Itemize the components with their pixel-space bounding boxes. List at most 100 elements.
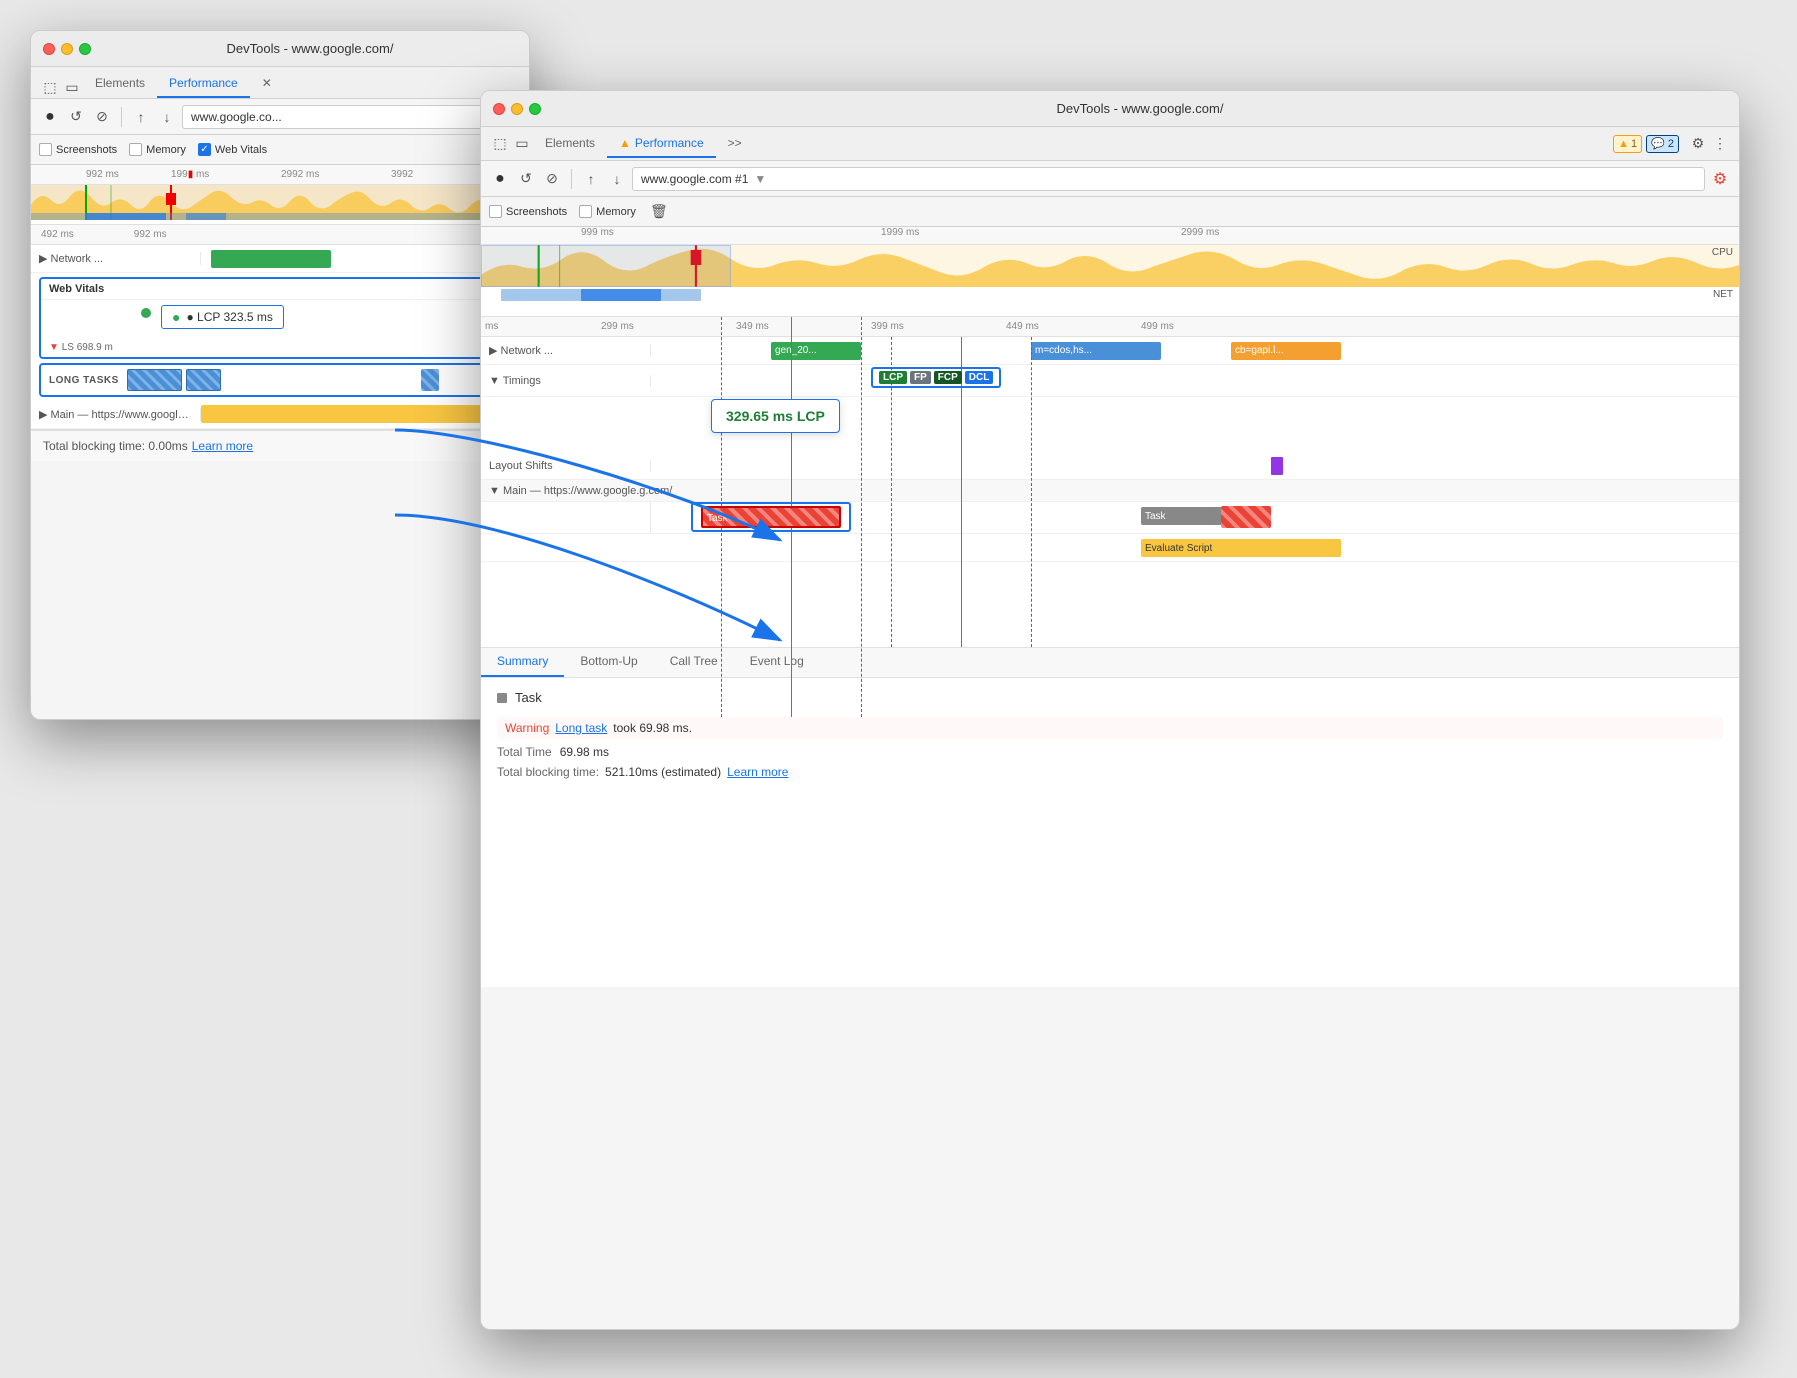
front-minimize-button[interactable] [511, 103, 523, 115]
front-network-block-2: m=cdos,hs... [1031, 342, 1161, 360]
front-inspector-icon[interactable]: ⬚ [489, 133, 511, 155]
front-bottom-tabs: Summary Bottom-Up Call Tree Event Log [481, 648, 1739, 678]
front-upload-button[interactable]: ↑ [580, 168, 602, 190]
back-minimize-button[interactable] [61, 43, 73, 55]
front-reload-button[interactable]: ↺ [515, 168, 537, 190]
front-settings-icon[interactable]: ⚙ [1687, 133, 1709, 155]
front-warning-badge[interactable]: ▲ 1 [1613, 135, 1642, 153]
back-device-icon[interactable]: ▭ [61, 76, 83, 98]
front-tab-bottom-up[interactable]: Bottom-Up [564, 648, 653, 677]
front-memory-label: Memory [596, 206, 636, 218]
front-tab-elements[interactable]: Elements [533, 130, 607, 158]
front-toolbar-sep1 [571, 169, 572, 189]
front-overview-selection [481, 245, 731, 287]
back-long-task-2 [186, 369, 221, 391]
front-device-icon[interactable]: ▭ [511, 133, 533, 155]
front-tab-event-log[interactable]: Event Log [734, 648, 820, 677]
back-lcp-pill: ● ● LCP 323.5 ms [161, 305, 284, 329]
back-memory-option[interactable]: Memory [129, 143, 186, 156]
front-long-task-link[interactable]: Long task [555, 721, 607, 735]
front-memory-checkbox[interactable] [579, 205, 592, 218]
front-lcp-tooltip: 329.65 ms LCP [711, 399, 840, 433]
front-evaluate-block: Evaluate Script [1141, 539, 1341, 557]
back-inspector-icon[interactable]: ⬚ [39, 76, 61, 98]
back-traffic-lights [43, 43, 91, 55]
back-screenshots-label: Screenshots [56, 144, 117, 156]
back-download-button[interactable]: ↓ [156, 106, 178, 128]
front-layout-shift-1 [1271, 457, 1283, 475]
back-window-title: DevTools - www.google.com/ [103, 41, 517, 56]
front-warning-text: took 69.98 ms. [613, 721, 692, 735]
front-memory-option[interactable]: Memory [579, 205, 636, 218]
front-title-bar: DevTools - www.google.com/ [481, 91, 1739, 127]
front-record-button[interactable]: ● [489, 168, 511, 190]
front-url-bar: www.google.com #1 ▼ [632, 167, 1705, 191]
front-timings-section: ▼ Timings LCP FP FCP DCL 329.65 ms LCP [481, 365, 1739, 397]
back-screenshots-option[interactable]: Screenshots [39, 143, 117, 156]
back-screenshots-checkbox[interactable] [39, 143, 52, 156]
front-fp-marker: FP [910, 371, 931, 384]
back-maximize-button[interactable] [79, 43, 91, 55]
back-long-task-1 [127, 369, 182, 391]
front-sub-mark-449: 449 ms [1006, 321, 1039, 332]
back-learn-more-link[interactable]: Learn more [192, 439, 253, 453]
front-task-highlight-box [691, 502, 851, 532]
front-fcp-marker: FCP [934, 371, 962, 384]
back-record-button[interactable]: ● [39, 106, 61, 128]
front-maximize-button[interactable] [529, 103, 541, 115]
back-toolbar: ● ↺ ⊘ ↑ ↓ www.google.co... [31, 99, 529, 135]
front-network-block-3: cb=gapi.l... [1231, 342, 1341, 360]
front-more-icon[interactable]: ⋮ [1709, 133, 1731, 155]
front-dashed-line-2 [861, 317, 862, 717]
back-web-vitals-content: ● ● LCP 323.5 ms [41, 300, 519, 340]
back-footer: Total blocking time: 0.00ms Learn more [31, 430, 529, 461]
back-title-bar: DevTools - www.google.com/ [31, 31, 529, 67]
front-close-button[interactable] [493, 103, 505, 115]
front-screenshots-checkbox[interactable] [489, 205, 502, 218]
back-memory-label: Memory [146, 144, 186, 156]
back-sub-mark2: 992 ms [134, 229, 167, 240]
front-comment-badge[interactable]: 💬 2 [1646, 135, 1679, 153]
back-webvitals-checkbox[interactable]: ✓ [198, 143, 211, 156]
front-clear-button[interactable]: ⊘ [541, 168, 563, 190]
front-net-label: NET [1713, 289, 1733, 300]
front-task-2-striped [1221, 506, 1271, 528]
front-network-label: ▶ Network ... [481, 344, 651, 357]
front-blocking-row: Total blocking time: 521.10ms (estimated… [497, 765, 1723, 779]
front-main-label-row: ▼ Main — https://www.google.g.com/ [481, 480, 1739, 502]
front-timings-label: ▼ Timings [481, 375, 651, 387]
front-sub-mark-ms: ms [485, 321, 498, 332]
front-total-time-row: Total Time 69.98 ms [497, 745, 1723, 759]
front-tracks-area: ▶ Network ... gen_20... m=cdos,hs... cb=… [481, 337, 1739, 647]
front-network-block-1: gen_20... [771, 342, 861, 360]
front-tab-summary[interactable]: Summary [481, 648, 564, 677]
front-task-icon [497, 693, 507, 703]
front-clear-recordings-icon[interactable]: 🗑 [648, 201, 670, 223]
back-close-button[interactable] [43, 43, 55, 55]
back-ruler-mark4: 3992 [391, 169, 413, 180]
front-tab-more[interactable]: >> [716, 130, 754, 158]
front-screenshots-option[interactable]: Screenshots [489, 205, 567, 218]
front-tab-performance[interactable]: ▲ Performance [607, 130, 716, 158]
front-learn-more-link[interactable]: Learn more [727, 765, 788, 779]
back-reload-button[interactable]: ↺ [65, 106, 87, 128]
front-devtools-window: DevTools - www.google.com/ ⬚ ▭ Elements … [480, 90, 1740, 1330]
back-ruler-mark2: 199▮ ms [171, 169, 209, 180]
front-tab-bar: ⬚ ▭ Elements ▲ Performance >> ▲ 1 💬 2 ⚙ … [481, 127, 1739, 161]
front-summary-content: Task Warning Long task took 69.98 ms. To… [481, 678, 1739, 791]
back-memory-checkbox[interactable] [129, 143, 142, 156]
front-overview-ruler: 999 ms 1999 ms 2999 ms [481, 227, 1739, 245]
front-blocking-label: Total blocking time: [497, 765, 599, 779]
back-tab-elements[interactable]: Elements [83, 70, 157, 98]
back-tab-close[interactable]: ✕ [250, 70, 284, 98]
back-tab-performance[interactable]: Performance [157, 70, 250, 98]
back-lcp-dot [141, 308, 151, 318]
front-options-bar: Screenshots Memory 🗑 [481, 197, 1739, 227]
front-timings-row: ▼ Timings LCP FP FCP DCL [481, 365, 1739, 397]
front-performance-settings-icon[interactable]: ⚙ [1709, 168, 1731, 190]
back-clear-button[interactable]: ⊘ [91, 106, 113, 128]
back-web-vitals-highlight: Web Vitals ● ● LCP 323.5 ms ▼ LS 698.9 m [39, 277, 521, 359]
front-download-button[interactable]: ↓ [606, 168, 628, 190]
back-webvitals-option[interactable]: ✓ Web Vitals [198, 143, 267, 156]
back-upload-button[interactable]: ↑ [130, 106, 152, 128]
